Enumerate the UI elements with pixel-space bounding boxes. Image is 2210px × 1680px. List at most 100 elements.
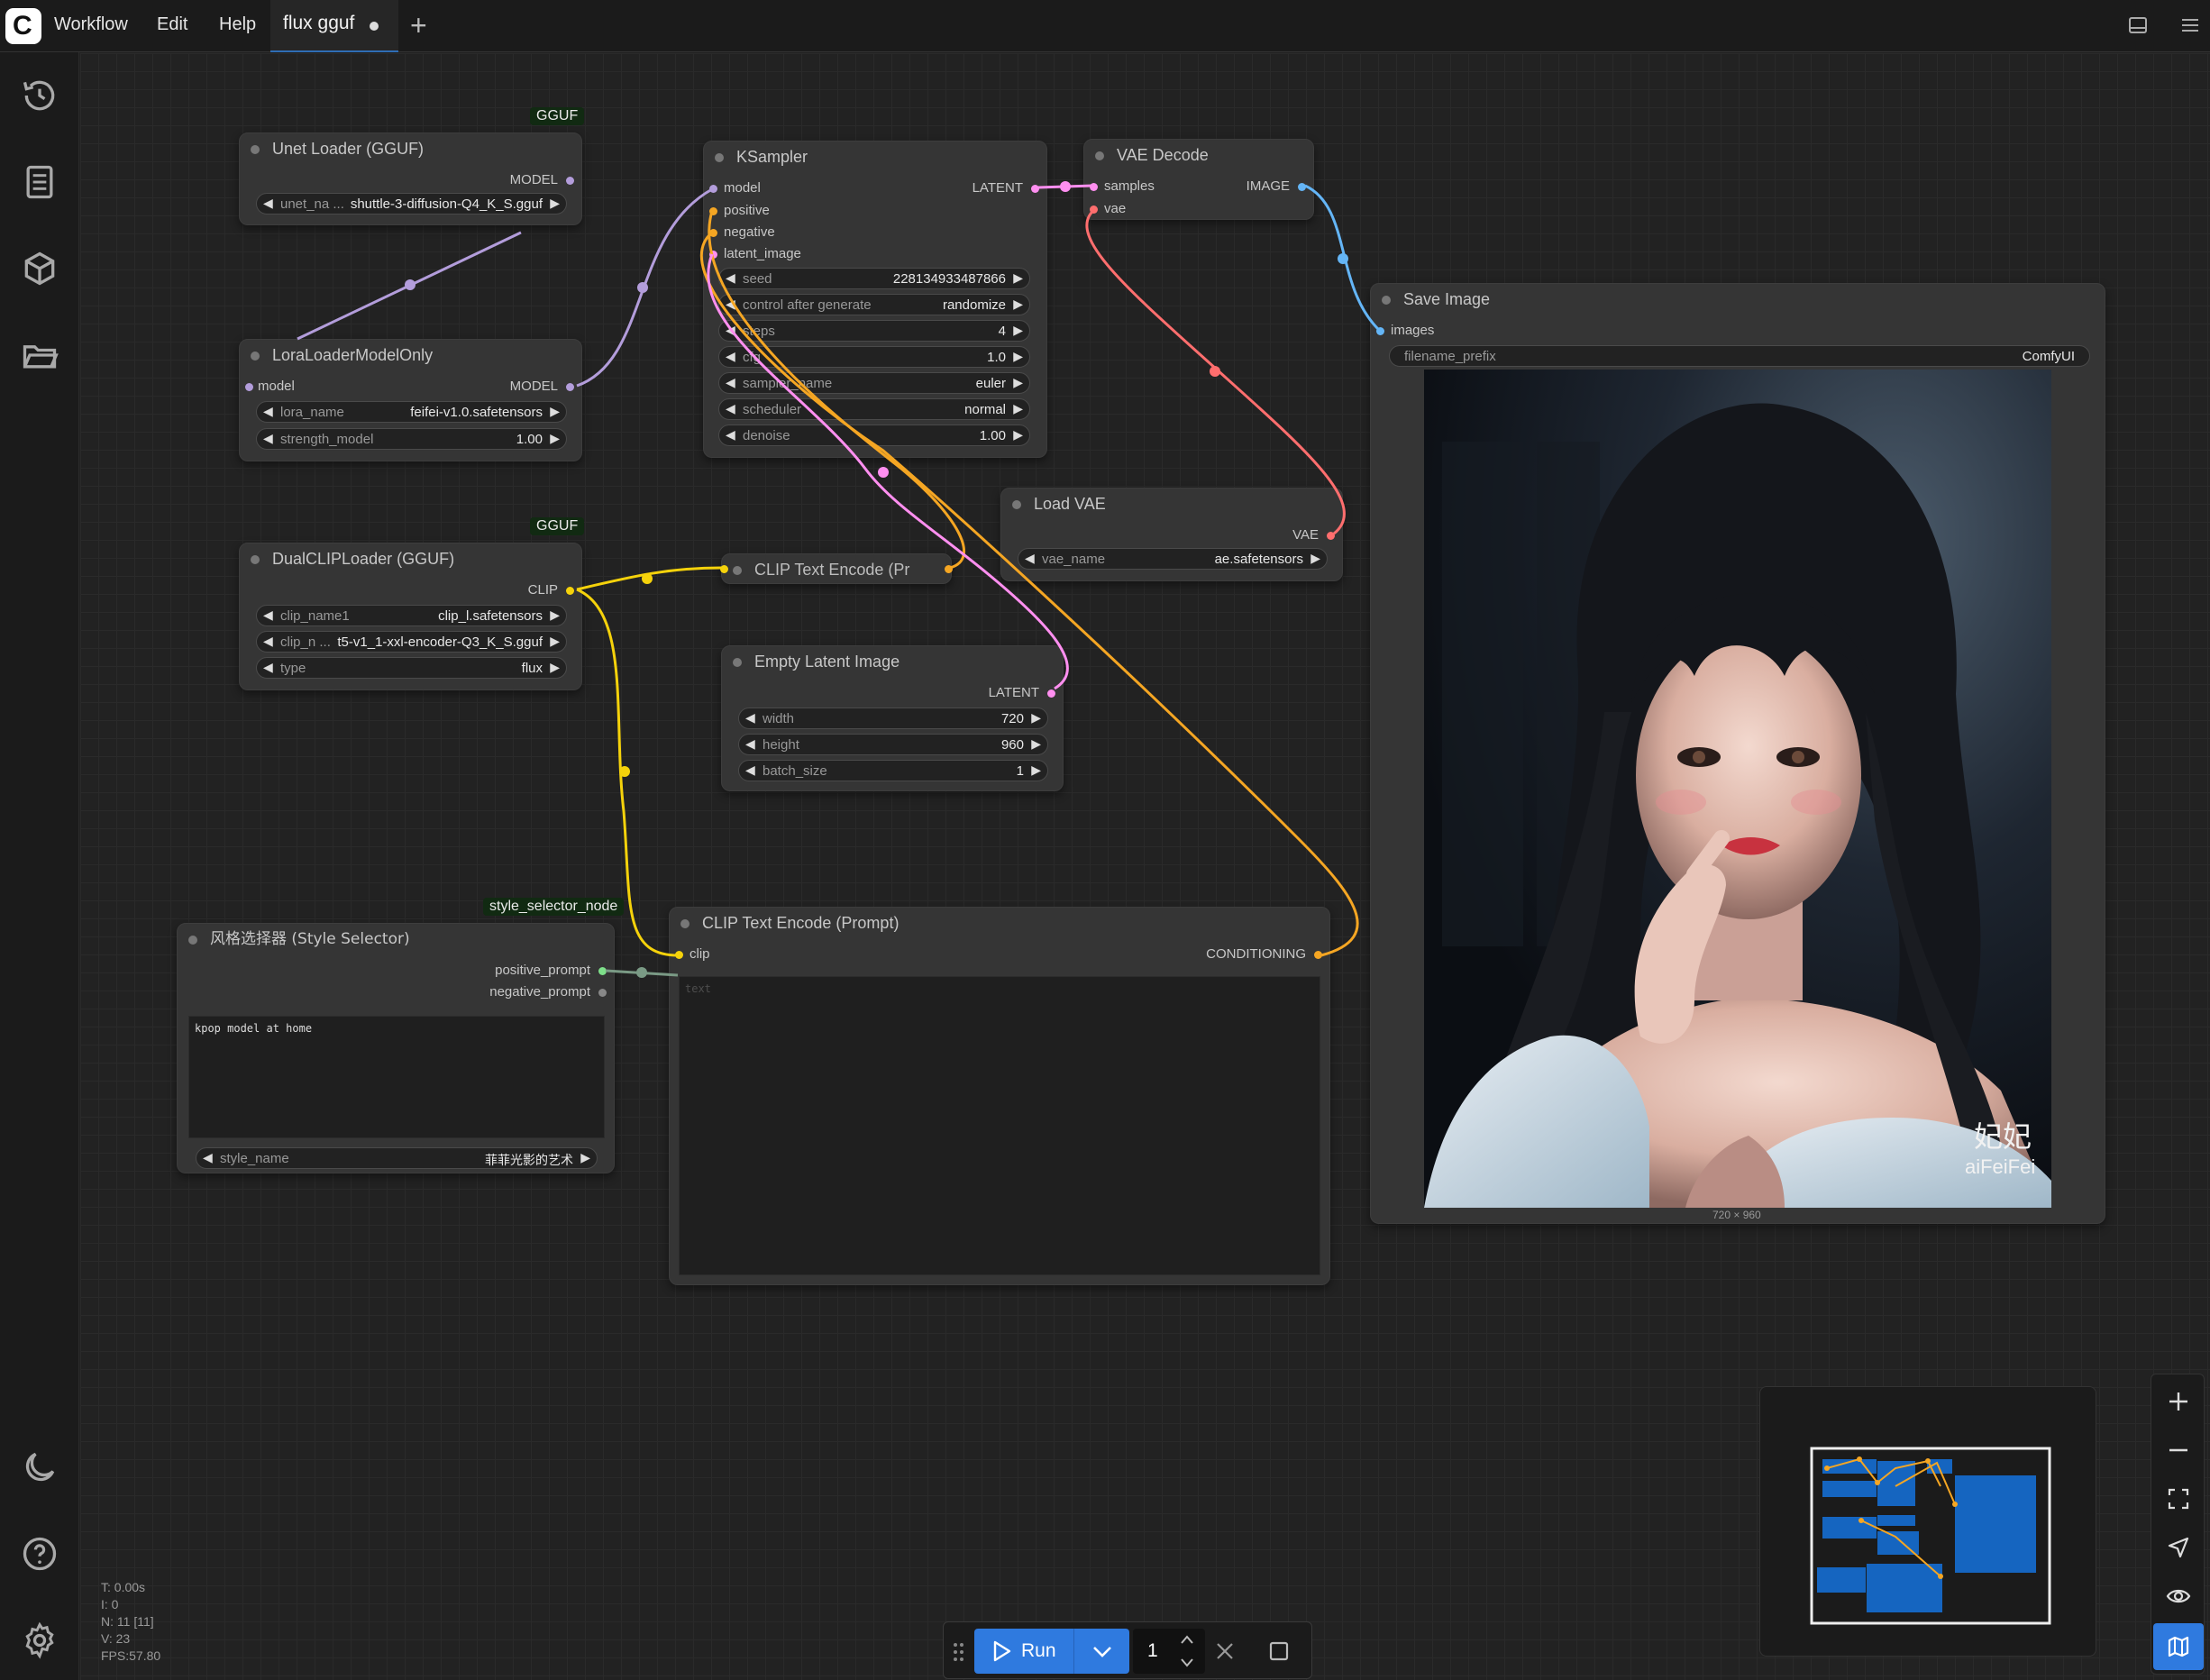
output-negative-prompt-pin[interactable] xyxy=(598,989,607,997)
menu-edit[interactable]: Edit xyxy=(157,14,187,35)
history-icon[interactable] xyxy=(20,76,59,115)
decrement-arrow-icon[interactable]: ◀ xyxy=(726,427,735,443)
node-title[interactable]: Save Image xyxy=(1371,284,2105,315)
visibility-eye-icon[interactable] xyxy=(2160,1578,2196,1614)
input-samples-pin[interactable] xyxy=(1090,183,1098,191)
widget-control-after-generate[interactable]: ◀ control after generate randomize ▶ xyxy=(718,294,1030,315)
minimap-toggle-button[interactable] xyxy=(2153,1623,2204,1670)
widget-unet-name[interactable]: ◀ unet_na ... shuttle-3-diffusion-Q4_K_S… xyxy=(256,193,567,215)
workflows-folder-icon[interactable] xyxy=(20,335,59,375)
increment-arrow-icon[interactable]: ▶ xyxy=(1013,349,1023,364)
increment-arrow-icon[interactable]: ▶ xyxy=(1013,323,1023,338)
decrement-arrow-icon[interactable]: ◀ xyxy=(263,607,273,623)
help-icon[interactable] xyxy=(20,1534,59,1574)
decrement-arrow-icon[interactable]: ◀ xyxy=(745,710,755,726)
close-x-icon[interactable] xyxy=(1214,1640,1236,1662)
input-latent-pin[interactable] xyxy=(709,251,717,259)
new-tab-plus-icon[interactable]: + xyxy=(410,9,427,41)
theme-moon-icon[interactable] xyxy=(20,1447,59,1487)
decrement-arrow-icon[interactable]: ◀ xyxy=(263,660,273,675)
widget-denoise[interactable]: ◀ denoise 1.00 ▶ xyxy=(718,425,1030,446)
settings-gear-icon[interactable] xyxy=(20,1621,59,1660)
increment-arrow-icon[interactable]: ▶ xyxy=(550,660,560,675)
increment-arrow-icon[interactable]: ▶ xyxy=(1310,551,1320,566)
increment-arrow-icon[interactable]: ▶ xyxy=(1013,270,1023,286)
widget-width[interactable]: ◀ width 720 ▶ xyxy=(738,708,1048,729)
node-clip-text-encode-prompt[interactable]: CLIP Text Encode (Prompt) clip CONDITION… xyxy=(669,907,1330,1285)
run-button[interactable]: Run xyxy=(974,1629,1073,1674)
output-latent-pin[interactable] xyxy=(1047,689,1055,698)
select-pointer-icon[interactable] xyxy=(2160,1529,2196,1566)
widget-steps[interactable]: ◀ steps 4 ▶ xyxy=(718,320,1030,342)
node-clip-text-encode-collapsed[interactable]: CLIP Text Encode (Pr xyxy=(720,553,953,585)
prompt-text-input[interactable]: text xyxy=(679,976,1320,1275)
input-positive-pin[interactable] xyxy=(709,207,717,215)
style-text-input[interactable]: kpop model at home xyxy=(188,1016,605,1138)
node-title[interactable]: Unet Loader (GGUF) xyxy=(240,133,581,164)
widget-lora-name[interactable]: ◀ lora_name feifei-v1.0.safetensors ▶ xyxy=(256,401,567,423)
decrement-arrow-icon[interactable]: ◀ xyxy=(745,762,755,778)
node-style-selector[interactable]: 风格选择器 (Style Selector) positive_prompt n… xyxy=(177,923,615,1173)
node-title[interactable]: LoraLoaderModelOnly xyxy=(240,340,581,370)
output-vae-pin[interactable] xyxy=(1327,532,1335,540)
increment-arrow-icon[interactable]: ▶ xyxy=(1031,762,1041,778)
output-conditioning-pin[interactable] xyxy=(1314,951,1322,959)
node-dualclip-loader[interactable]: DualCLIPLoader (GGUF) CLIP ◀ clip_name1 … xyxy=(239,543,582,690)
fit-view-icon[interactable] xyxy=(2160,1481,2196,1517)
hamburger-menu-icon[interactable] xyxy=(2179,14,2201,36)
decrement-arrow-icon[interactable]: ◀ xyxy=(726,297,735,312)
input-model-pin[interactable] xyxy=(245,383,253,391)
output-image-pin[interactable] xyxy=(1298,183,1306,191)
widget-sampler-name[interactable]: ◀ sampler_name euler ▶ xyxy=(718,372,1030,394)
batch-count-stepper[interactable]: 1 xyxy=(1133,1629,1205,1674)
decrement-arrow-icon[interactable]: ◀ xyxy=(726,270,735,286)
decrement-arrow-icon[interactable]: ◀ xyxy=(1025,551,1035,566)
increment-arrow-icon[interactable]: ▶ xyxy=(1013,427,1023,443)
widget-strength-model[interactable]: ◀ strength_model 1.00 ▶ xyxy=(256,428,567,450)
increment-arrow-icon[interactable]: ▶ xyxy=(580,1150,590,1165)
panel-toggle-icon[interactable] xyxy=(2127,14,2149,36)
widget-clip-name2[interactable]: ◀ clip_n ... t5-v1_1-xxl-encoder-Q3_K_S.… xyxy=(256,631,567,653)
minimap-panel[interactable] xyxy=(1759,1386,2096,1657)
input-images-pin[interactable] xyxy=(1376,327,1384,335)
node-title[interactable]: Empty Latent Image xyxy=(722,646,1063,677)
stop-square-icon[interactable] xyxy=(1268,1640,1290,1662)
node-title[interactable]: VAE Decode xyxy=(1084,140,1313,170)
menu-workflow[interactable]: Workflow xyxy=(54,14,128,35)
input-negative-pin[interactable] xyxy=(709,229,717,237)
increment-arrow-icon[interactable]: ▶ xyxy=(550,431,560,446)
node-vae-decode[interactable]: VAE Decode samples vae IMAGE xyxy=(1083,139,1314,220)
node-title[interactable]: DualCLIPLoader (GGUF) xyxy=(240,543,581,574)
queue-icon[interactable] xyxy=(20,162,59,202)
widget-height[interactable]: ◀ height 960 ▶ xyxy=(738,734,1048,755)
widget-clip-name1[interactable]: ◀ clip_name1 clip_l.safetensors ▶ xyxy=(256,605,567,626)
decrement-arrow-icon[interactable]: ◀ xyxy=(263,634,273,649)
widget-clip-type[interactable]: ◀ type flux ▶ xyxy=(256,657,567,679)
node-title[interactable]: KSampler xyxy=(704,142,1046,172)
output-model-pin[interactable] xyxy=(566,383,574,391)
decrement-arrow-icon[interactable]: ◀ xyxy=(726,323,735,338)
node-ksampler[interactable]: KSampler model positive negative latent_… xyxy=(703,141,1047,458)
output-clip-pin[interactable] xyxy=(566,587,574,595)
widget-vae-name[interactable]: ◀ vae_name ae.safetensors ▶ xyxy=(1018,548,1328,570)
decrement-arrow-icon[interactable]: ◀ xyxy=(203,1150,213,1165)
input-model-pin[interactable] xyxy=(709,185,717,193)
comfy-logo-icon[interactable]: C xyxy=(5,8,41,44)
increment-arrow-icon[interactable]: ▶ xyxy=(1013,401,1023,416)
input-clip-pin[interactable] xyxy=(720,565,728,573)
node-empty-latent-image[interactable]: Empty Latent Image LATENT ◀ width 720 ▶ … xyxy=(721,645,1064,791)
increment-chevron-icon[interactable] xyxy=(1180,1634,1194,1645)
output-conditioning-pin[interactable] xyxy=(945,565,953,573)
increment-arrow-icon[interactable]: ▶ xyxy=(550,196,560,211)
node-title[interactable]: CLIP Text Encode (Prompt) xyxy=(670,908,1329,938)
increment-arrow-icon[interactable]: ▶ xyxy=(1031,736,1041,752)
output-latent-pin[interactable] xyxy=(1031,185,1039,193)
decrement-arrow-icon[interactable]: ◀ xyxy=(263,431,273,446)
generated-image-preview[interactable]: 妃妃 aiFeiFei xyxy=(1424,370,2051,1208)
input-vae-pin[interactable] xyxy=(1090,205,1098,214)
decrement-arrow-icon[interactable]: ◀ xyxy=(745,736,755,752)
drag-handle-icon[interactable] xyxy=(953,1642,965,1662)
zoom-out-icon[interactable] xyxy=(2160,1432,2196,1468)
node-title[interactable]: CLIP Text Encode (Pr xyxy=(722,554,951,585)
node-lora-loader[interactable]: LoraLoaderModelOnly model MODEL ◀ lora_n… xyxy=(239,339,582,461)
